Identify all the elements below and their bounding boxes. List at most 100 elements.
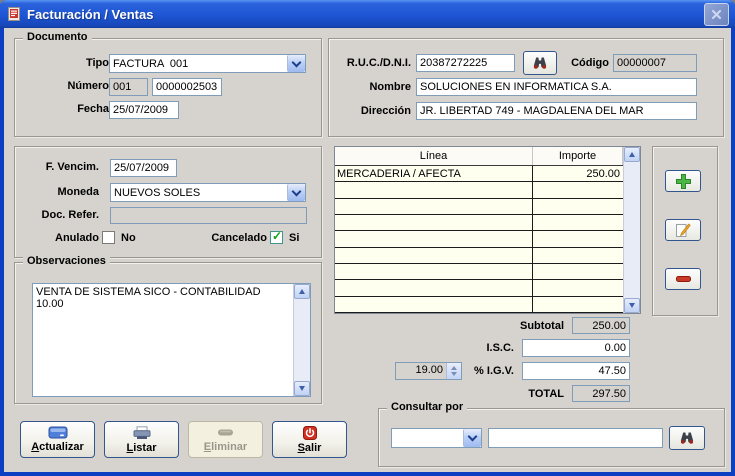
cell-importe: [533, 182, 623, 197]
documento-legend: Documento: [23, 31, 92, 43]
codigo-label: Código: [571, 57, 609, 69]
chevron-down-icon: [291, 57, 302, 67]
cell-linea: [335, 263, 533, 280]
table-row-empty[interactable]: [335, 263, 623, 281]
actualizar-button[interactable]: Actualizar: [20, 421, 95, 458]
cell-linea: [335, 296, 533, 312]
delete-row-button[interactable]: [665, 268, 701, 290]
observaciones-textarea[interactable]: VENTA DE SISTEMA SICO - CONTABILIDAD 10.…: [33, 284, 293, 396]
anulado-label: Anulado: [55, 232, 99, 244]
moneda-select[interactable]: NUEVOS SOLES: [110, 183, 306, 202]
fecha-input[interactable]: [109, 101, 179, 119]
cancelado-label: Cancelado: [211, 232, 267, 244]
numero-input[interactable]: [152, 78, 222, 96]
actualizar-label: Actualizar: [31, 441, 84, 453]
column-header-linea: Línea: [335, 147, 533, 165]
moneda-combo-button[interactable]: [287, 184, 305, 201]
direccion-input[interactable]: [416, 102, 697, 120]
chevron-down-icon: [467, 431, 478, 442]
chevron-down-icon: [291, 186, 302, 196]
plus-icon: [675, 173, 691, 189]
observaciones-legend: Observaciones: [23, 255, 110, 267]
table-header: Línea Importe: [335, 147, 623, 166]
scroll-down-icon: [629, 303, 635, 308]
total-field: [572, 385, 630, 402]
add-row-button[interactable]: [665, 170, 701, 192]
power-icon: [302, 425, 317, 440]
anulado-option-label: No: [121, 232, 136, 244]
table-row-empty[interactable]: [335, 214, 623, 232]
edit-row-button[interactable]: [665, 219, 701, 241]
consultar-group: Consultar por: [378, 401, 725, 467]
ruc-search-button[interactable]: [523, 51, 557, 75]
subtotal-label: Subtotal: [520, 320, 564, 332]
docrefer-field: [110, 207, 307, 224]
tipo-value: FACTURA 001: [113, 57, 189, 70]
table-row-empty[interactable]: [335, 231, 623, 248]
listar-button[interactable]: Listar: [104, 421, 179, 458]
moneda-value: NUEVOS SOLES: [114, 186, 201, 199]
cell-linea: [335, 198, 533, 214]
eliminar-button: Eliminar: [188, 421, 263, 458]
ruc-label: R.U.C./D.N.I.: [346, 57, 411, 69]
items-table: Línea Importe MERCADERIA / AFECTA 250.00: [334, 146, 641, 314]
table-rows: MERCADERIA / AFECTA 250.00: [335, 166, 623, 313]
cell-linea: [335, 231, 533, 247]
cell-linea: [335, 247, 533, 263]
tipo-combo-button[interactable]: [287, 55, 305, 72]
pencil-icon: [676, 223, 691, 237]
items-table-main: Línea Importe MERCADERIA / AFECTA 250.00: [335, 147, 623, 313]
cell-importe: [533, 280, 623, 295]
eliminar-icon: [218, 429, 233, 436]
window-title: Facturación / Ventas: [27, 6, 154, 22]
table-row-empty[interactable]: [335, 247, 623, 264]
observaciones-scrollbar[interactable]: [293, 284, 310, 396]
numero-serie-field: [109, 78, 148, 96]
table-scrollbar[interactable]: [623, 147, 640, 313]
listar-label: Listar: [126, 441, 157, 454]
scroll-up-button[interactable]: [294, 284, 310, 299]
igv-input[interactable]: [522, 362, 630, 380]
cell-linea: [335, 280, 533, 296]
ruc-input[interactable]: [416, 54, 515, 72]
scroll-down-icon: [299, 386, 305, 391]
window: Facturación / Ventas Documento Tipo FACT…: [0, 0, 735, 476]
isc-input[interactable]: [522, 339, 630, 357]
cell-importe: [533, 215, 623, 230]
salir-button[interactable]: Salir: [272, 421, 347, 458]
observaciones-group: Observaciones VENTA DE SISTEMA SICO - CO…: [14, 255, 322, 404]
scroll-down-button[interactable]: [294, 381, 310, 396]
table-row-empty[interactable]: [335, 296, 623, 313]
fvencim-input[interactable]: [110, 159, 177, 177]
igv-label: % I.G.V.: [474, 365, 514, 377]
codigo-field: [613, 54, 697, 72]
cell-importe: [533, 199, 623, 214]
consultar-select[interactable]: [391, 428, 482, 448]
cell-linea: MERCADERIA / AFECTA: [335, 166, 533, 182]
nombre-input[interactable]: [416, 78, 697, 96]
numero-label: Número: [67, 80, 109, 92]
table-row-empty[interactable]: [335, 280, 623, 297]
table-row-empty[interactable]: [335, 182, 623, 199]
consultar-search-button[interactable]: [669, 426, 705, 450]
table-row[interactable]: MERCADERIA / AFECTA 250.00: [335, 166, 623, 183]
salir-label: Salir: [297, 441, 322, 454]
scroll-down-button[interactable]: [624, 298, 640, 313]
consultar-input[interactable]: [488, 428, 663, 448]
cell-importe: [533, 297, 623, 312]
cliente-group: R.U.C./D.N.I. Código Nombre Dirección: [328, 38, 724, 137]
tipo-select[interactable]: FACTURA 001: [109, 54, 306, 73]
consultar-combo-button[interactable]: [463, 429, 481, 447]
direccion-label: Dirección: [360, 105, 411, 117]
detalle-group: F. Vencim. Moneda NUEVOS SOLES Doc. Refe…: [14, 146, 322, 258]
close-button[interactable]: [704, 2, 729, 26]
scroll-up-button[interactable]: [624, 147, 640, 162]
titlebar: Facturación / Ventas: [0, 0, 735, 28]
printer-icon: [133, 425, 150, 439]
observaciones-field: VENTA DE SISTEMA SICO - CONTABILIDAD 10.…: [32, 283, 311, 397]
consultar-legend: Consultar por: [387, 401, 468, 413]
table-row-empty[interactable]: [335, 198, 623, 215]
cancelado-checkbox[interactable]: [270, 229, 283, 244]
cell-importe: [533, 248, 623, 263]
anulado-checkbox[interactable]: [102, 231, 115, 244]
